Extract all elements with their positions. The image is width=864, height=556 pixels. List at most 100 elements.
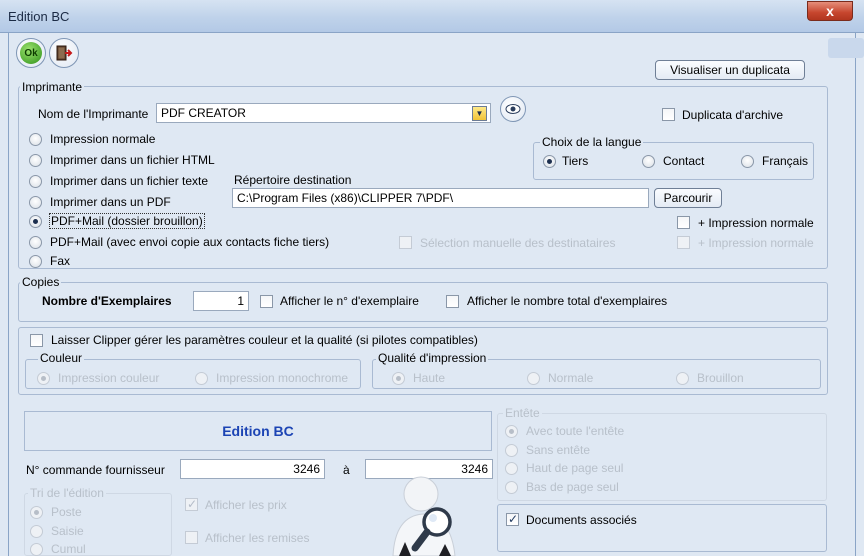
show-total-label: Afficher le nombre total d'exemplaires	[467, 294, 668, 308]
close-button[interactable]: x	[807, 1, 853, 21]
edition-title: Edition BC	[222, 423, 294, 439]
radio-lang-francais[interactable]	[741, 155, 754, 168]
destination-label: Répertoire destination	[234, 173, 352, 187]
checkmark-icon: ✓	[187, 497, 198, 511]
radio-pdf-mail-contacts[interactable]	[29, 236, 42, 249]
associated-docs-group	[497, 504, 827, 552]
lang-label: Tiers	[562, 154, 589, 168]
sort-group-label: Tri de l'édition	[28, 486, 106, 500]
show-prices-checkbox[interactable]: ✓	[185, 497, 198, 511]
order-from-input[interactable]: 3246	[180, 459, 325, 479]
radio-quality-normal[interactable]	[527, 372, 540, 385]
ok-button[interactable]: Ok	[16, 38, 46, 68]
show-copy-number-label: Afficher le n° d'exemplaire	[280, 294, 419, 308]
color-group-label: Couleur	[38, 351, 85, 365]
manual-selection-checkbox[interactable]	[399, 236, 412, 249]
radio-header-none[interactable]	[505, 444, 518, 457]
quality-option-label: Normale	[548, 371, 594, 385]
show-prices-label: Afficher les prix	[205, 498, 287, 512]
show-discounts-label: Afficher les remises	[205, 531, 310, 545]
edition-title-panel: Edition BC	[24, 411, 492, 451]
option-label: PDF+Mail (avec envoi copie aux contacts …	[50, 235, 330, 249]
color-option-label: Impression couleur	[58, 371, 160, 385]
header-option-label: Bas de page seul	[526, 480, 619, 494]
show-copy-number-checkbox[interactable]	[260, 295, 273, 308]
header-option-label: Sans entête	[526, 443, 591, 457]
radio-mono-print[interactable]	[195, 372, 208, 385]
radio-html-file[interactable]	[29, 154, 42, 167]
radio-sort-cumul[interactable]	[30, 543, 43, 556]
option-label: Imprimer dans un PDF	[50, 195, 171, 209]
plus-normal-2-label: + Impression normale	[698, 236, 814, 250]
radio-pdf[interactable]	[29, 196, 42, 209]
close-icon: x	[826, 3, 834, 19]
show-discounts-checkbox[interactable]	[185, 531, 198, 544]
quality-option-label: Haute	[413, 371, 446, 385]
sort-option-label: Poste	[51, 505, 82, 519]
copies-count-label: Nombre d'Exemplaires	[42, 294, 172, 308]
exit-button[interactable]	[49, 38, 79, 68]
side-tab[interactable]	[828, 38, 864, 58]
plus-normal-label: + Impression normale	[698, 216, 814, 230]
radio-fax[interactable]	[29, 255, 42, 268]
radio-header-full[interactable]	[505, 425, 518, 438]
header-group-label: Entête	[503, 406, 542, 420]
browse-button[interactable]: Parcourir	[654, 188, 722, 208]
manual-selection-label: Sélection manuelle des destinataires	[420, 236, 616, 250]
lang-label: Contact	[663, 154, 705, 168]
window-title: Edition BC	[8, 9, 70, 24]
option-label: PDF+Mail (dossier brouillon)	[49, 213, 205, 229]
ok-icon: Ok	[20, 42, 42, 64]
let-clipper-checkbox[interactable]	[30, 334, 43, 347]
chevron-down-icon[interactable]: ▼	[472, 106, 487, 121]
view-duplicate-button[interactable]: Visualiser un duplicata	[655, 60, 805, 80]
archive-duplicate-label: Duplicata d'archive	[682, 108, 784, 122]
ok-label: Ok	[24, 47, 38, 59]
printer-name-label: Nom de l'Imprimante	[38, 107, 149, 121]
radio-lang-contact[interactable]	[642, 155, 655, 168]
printer-select[interactable]: PDF CREATOR ▼	[156, 103, 491, 123]
color-option-label: Impression monochrome	[216, 371, 349, 385]
archive-duplicate-checkbox[interactable]	[662, 108, 675, 121]
header-option-label: Avec toute l'entête	[526, 424, 625, 438]
magnifier-person-icon	[392, 476, 456, 556]
printer-select-value: PDF CREATOR	[161, 106, 246, 120]
radio-lang-tiers[interactable]	[543, 155, 556, 168]
radio-sort-poste[interactable]	[30, 506, 43, 519]
option-label: Fax	[50, 254, 71, 268]
plus-normal-checkbox[interactable]	[677, 216, 690, 229]
title-bar: Edition BC x	[0, 0, 864, 33]
copies-count-input[interactable]: 1	[193, 291, 249, 311]
show-total-checkbox[interactable]	[446, 295, 459, 308]
radio-impression-normale[interactable]	[29, 133, 42, 146]
checkmark-icon: ✓	[508, 512, 519, 526]
printer-settings-button[interactable]	[500, 96, 526, 122]
let-clipper-label: Laisser Clipper gérer les paramètres cou…	[51, 333, 478, 347]
radio-quality-draft[interactable]	[676, 372, 689, 385]
radio-header-top[interactable]	[505, 462, 518, 475]
copies-group-label: Copies	[20, 275, 62, 289]
option-label: Imprimer dans un fichier HTML	[50, 153, 215, 167]
destination-input[interactable]: C:\Program Files (x86)\CLIPPER 7\PDF\	[232, 188, 649, 208]
quality-option-label: Brouillon	[697, 371, 744, 385]
radio-sort-saisie[interactable]	[30, 525, 43, 538]
radio-color-print[interactable]	[37, 372, 50, 385]
radio-header-bottom[interactable]	[505, 481, 518, 494]
print-quality-label: Qualité d'impression	[376, 351, 489, 365]
order-to-label: à	[343, 463, 350, 477]
radio-pdf-mail-draft[interactable]	[29, 215, 42, 228]
language-group-label: Choix de la langue	[540, 135, 644, 149]
printer-group-label: Imprimante	[20, 80, 85, 94]
plus-normal-2-checkbox[interactable]	[677, 236, 690, 249]
radio-quality-high[interactable]	[392, 372, 405, 385]
lang-label: Français	[762, 154, 809, 168]
radio-text-file[interactable]	[29, 175, 42, 188]
sort-group	[24, 493, 172, 556]
order-number-label: N° commande fournisseur	[26, 463, 165, 477]
associated-docs-checkbox[interactable]: ✓	[506, 512, 519, 526]
sort-option-label: Saisie	[51, 524, 84, 538]
associated-docs-label: Documents associés	[526, 513, 637, 527]
exit-door-icon	[56, 45, 73, 61]
sort-option-label: Cumul	[51, 542, 86, 556]
option-label: Imprimer dans un fichier texte	[50, 174, 209, 188]
